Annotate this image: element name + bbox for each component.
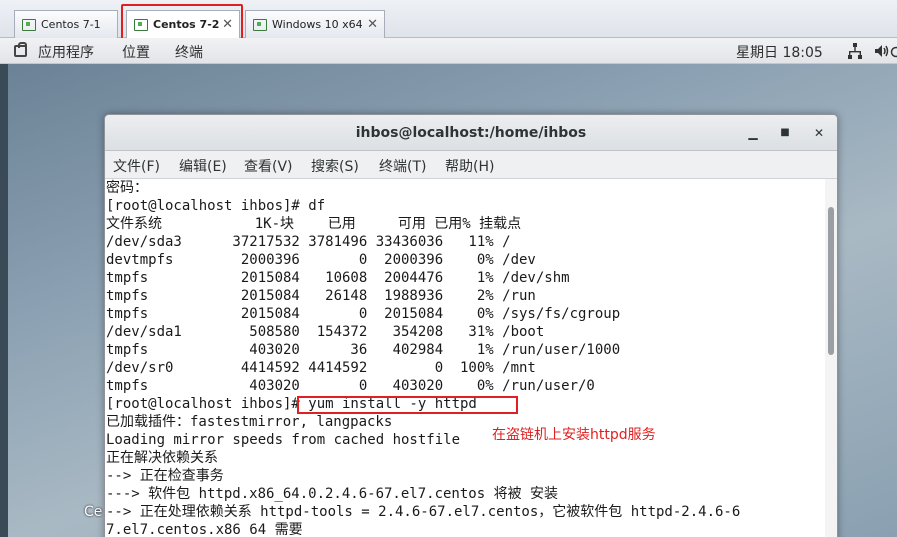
vm-tab-windows-10[interactable]: Windows 10 x64 ✕ bbox=[245, 10, 385, 38]
terminal-line: /dev/sr0 4414592 4414592 0 100% /mnt bbox=[106, 360, 536, 376]
menu-edit[interactable]: 编辑(E) bbox=[179, 156, 227, 176]
terminal-line: /dev/sda1 508580 154372 354208 31% /boot bbox=[106, 324, 545, 340]
terminal-titlebar[interactable]: ihbos@localhost:/home/ihbos ▁ ■ ✕ bbox=[105, 115, 837, 151]
vm-icon bbox=[253, 18, 267, 31]
menu-view[interactable]: 查看(V) bbox=[244, 156, 293, 176]
terminal-line: tmpfs 403020 36 402984 1% /run/user/1000 bbox=[106, 342, 621, 358]
volume-icon[interactable] bbox=[874, 43, 890, 59]
terminal-line: Loading mirror speeds from cached hostfi… bbox=[106, 432, 461, 448]
minimize-icon[interactable]: ▁ bbox=[745, 125, 761, 141]
background-window-text: Ce bbox=[84, 504, 103, 520]
menu-file[interactable]: 文件(F) bbox=[113, 156, 160, 176]
power-icon[interactable] bbox=[890, 43, 897, 59]
terminal-line: tmpfs 403020 0 403020 0% /run/user/0 bbox=[106, 378, 595, 394]
terminal-line: 已加载插件：fastestmirror, langpacks bbox=[106, 414, 393, 430]
vm-tab-label: Centos 7-1 bbox=[41, 18, 101, 31]
vm-tab-centos-7-1[interactable]: Centos 7-1 bbox=[14, 10, 118, 38]
network-icon[interactable] bbox=[848, 43, 862, 59]
close-tab-icon[interactable]: ✕ bbox=[367, 17, 378, 32]
terminal-scrollbar[interactable] bbox=[825, 179, 837, 537]
maximize-icon[interactable]: ■ bbox=[777, 125, 793, 141]
vm-tab-label: Windows 10 x64 bbox=[272, 18, 363, 31]
terminal-line: tmpfs 2015084 10608 2004476 1% /dev/shm bbox=[106, 270, 570, 286]
terminal-line: ---> 软件包 httpd.x86_64.0.2.4.6-67.el7.cen… bbox=[106, 486, 559, 502]
vm-icon bbox=[22, 18, 36, 31]
terminal-line: devtmpfs 2000396 0 2000396 0% /dev bbox=[106, 252, 536, 268]
terminal-line: [root@localhost ihbos]# df bbox=[106, 198, 326, 214]
terminal-line: 正在解决依赖关系 bbox=[106, 450, 218, 466]
window-title: ihbos@localhost:/home/ihbos bbox=[355, 125, 587, 141]
terminal-line: 7.el7.centos.x86_64 需要 bbox=[106, 522, 303, 537]
terminal-output[interactable]: 密码： [root@localhost ihbos]# df 文件系统 1K-块… bbox=[105, 179, 827, 537]
menu-search[interactable]: 搜索(S) bbox=[311, 156, 359, 176]
terminal-line: --> 正在处理依赖关系 httpd-tools = 2.4.6-67.el7.… bbox=[106, 504, 741, 520]
terminal-menu[interactable]: 终端 bbox=[175, 42, 203, 62]
applications-menu[interactable]: 应用程序 bbox=[38, 42, 94, 62]
desktop-edge bbox=[0, 64, 8, 537]
command-highlight-box bbox=[297, 396, 518, 414]
places-menu[interactable]: 位置 bbox=[122, 42, 150, 62]
close-icon[interactable]: ✕ bbox=[811, 125, 827, 141]
terminal-line: tmpfs 2015084 0 2015084 0% /sys/fs/cgrou… bbox=[106, 306, 621, 322]
applications-icon bbox=[14, 42, 27, 57]
terminal-window[interactable]: ihbos@localhost:/home/ihbos ▁ ■ ✕ 文件(F) … bbox=[104, 114, 838, 537]
menu-terminal[interactable]: 终端(T) bbox=[379, 156, 426, 176]
terminal-menubar: 文件(F) 编辑(E) 查看(V) 搜索(S) 终端(T) 帮助(H) bbox=[105, 151, 837, 179]
terminal-line: --> 正在检查事务 bbox=[106, 468, 224, 484]
clock[interactable]: 星期日 18:05 bbox=[736, 42, 823, 62]
terminal-line: /dev/sda3 37217532 3781496 33436036 11% … bbox=[106, 234, 511, 250]
annotation-note: 在盗链机上安装httpd服务 bbox=[492, 427, 656, 443]
scrollbar-thumb[interactable] bbox=[828, 207, 834, 355]
terminal-line: 文件系统 1K-块 已用 可用 已用% 挂载点 bbox=[106, 216, 522, 232]
terminal-line: tmpfs 2015084 26148 1988936 2% /run bbox=[106, 288, 536, 304]
menu-help[interactable]: 帮助(H) bbox=[445, 156, 494, 176]
gnome-top-bar: 应用程序 位置 终端 星期日 18:05 bbox=[0, 38, 897, 64]
terminal-line: 密码： bbox=[106, 180, 148, 196]
